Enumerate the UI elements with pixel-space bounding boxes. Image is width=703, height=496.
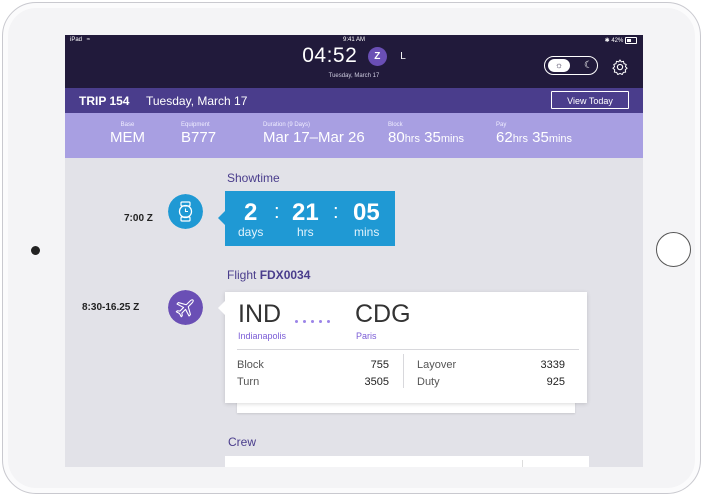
pay-mins-unit: mins <box>548 133 573 145</box>
origin-city: Indianapolis <box>238 331 287 341</box>
block-hrs: 80 <box>388 129 405 146</box>
flight-title-prefix: Flight <box>227 268 257 282</box>
pay-mins: 35 <box>532 129 549 146</box>
moon-icon[interactable]: ☾ <box>584 58 593 73</box>
base-value: MEM <box>110 129 145 146</box>
showtime-countdown-card[interactable]: 2 : 21 : 05 days hrs mins <box>218 191 395 246</box>
showtime-title: Showtime <box>227 171 280 185</box>
countdown-days: 2 <box>244 199 258 226</box>
duty-label: Duty <box>417 376 440 388</box>
home-button[interactable] <box>656 232 691 267</box>
countdown-mins: 05 <box>353 199 380 226</box>
block-label: Block <box>237 359 264 371</box>
status-header: iPad ≈ 9:41 AM ✱ 42% 04:52 Z L Tuesday, … <box>65 35 643 88</box>
summary-equipment: Equipment B777 <box>181 122 216 146</box>
sun-icon[interactable]: ☼ <box>548 59 570 72</box>
equipment-value: B777 <box>181 129 217 146</box>
pay-hrs: 62 <box>496 129 513 146</box>
countdown-mins-unit: mins <box>354 225 380 239</box>
crew-title: Crew <box>228 435 257 449</box>
flight-title: Flight FDX0034 <box>227 268 310 282</box>
zulu-clock: 04:52 <box>302 44 358 67</box>
crew-card[interactable] <box>225 456 589 467</box>
trip-summary: Base MEM Equipment B777 Duration (9 Days… <box>65 113 643 158</box>
trip-bar: TRIP 154 Tuesday, March 17 View Today <box>65 88 643 113</box>
layover-label: Layover <box>417 359 457 371</box>
origin-code: IND <box>238 300 282 328</box>
layover-value: 3339 <box>540 359 565 371</box>
block-mins: 35 <box>424 129 441 146</box>
plane-icon <box>168 290 203 325</box>
block-mins-unit: mins <box>440 133 465 145</box>
day-night-toggle[interactable]: ☼ ☾ <box>544 56 598 75</box>
summary-duration: Duration (9 Days) Mar 17–Mar 26 <box>263 122 365 146</box>
crew-card-divider <box>522 460 523 467</box>
countdown-hrs: 21 <box>292 199 319 226</box>
local-toggle[interactable]: L <box>400 51 406 62</box>
route-dots <box>295 310 345 323</box>
destination-city: Paris <box>356 331 377 341</box>
summary-base: Base MEM <box>110 122 145 146</box>
destination-code: CDG <box>355 300 411 328</box>
trip-date: Tuesday, March 17 <box>146 94 248 108</box>
gear-icon[interactable] <box>611 58 629 76</box>
flight-card[interactable]: IND Indianapolis CDG Paris Block 755 Tur… <box>218 292 587 403</box>
block-value: 755 <box>370 359 389 371</box>
summary-pay: Pay 62hrs 35mins <box>496 122 572 146</box>
flight-time: 8:30-16.25 Z <box>82 302 140 313</box>
watch-icon <box>168 194 203 229</box>
pay-label: Pay <box>496 122 507 128</box>
countdown-days-unit: days <box>238 225 264 239</box>
countdown-hrs-unit: hrs <box>297 225 314 239</box>
showtime-time: 7:00 Z <box>124 213 153 224</box>
equipment-label: Equipment <box>181 122 210 128</box>
turn-value: 3505 <box>364 376 389 388</box>
duration-label: Duration (9 Days) <box>263 122 311 128</box>
pay-value: 62hrs 35mins <box>496 129 572 146</box>
base-label: Base <box>120 122 135 128</box>
turn-label: Turn <box>237 376 260 388</box>
flight-column-divider <box>403 354 404 388</box>
status-time: 9:41 AM <box>342 37 365 43</box>
view-today-button[interactable]: View Today <box>551 91 629 109</box>
countdown-colon-1: : <box>274 201 280 223</box>
front-camera <box>31 246 40 255</box>
battery-icon <box>625 37 637 44</box>
countdown-colon-2: : <box>333 201 339 223</box>
block-value: 80hrs 35mins <box>388 129 464 146</box>
flight-divider <box>237 349 579 350</box>
duration-value: Mar 17–Mar 26 <box>263 129 365 146</box>
block-label: Block <box>388 122 403 128</box>
trip-number: TRIP 154 <box>79 94 130 108</box>
duty-value: 925 <box>546 376 565 388</box>
block-hrs-unit: hrs <box>404 133 420 145</box>
pay-hrs-unit: hrs <box>512 133 528 145</box>
ipad-frame: iPad ≈ 9:41 AM ✱ 42% 04:52 Z L Tuesday, … <box>2 2 701 494</box>
zulu-toggle-badge[interactable]: Z <box>367 46 387 66</box>
flight-number: FDX0034 <box>259 268 311 282</box>
app-screen: iPad ≈ 9:41 AM ✱ 42% 04:52 Z L Tuesday, … <box>65 35 643 467</box>
summary-block: Block 80hrs 35mins <box>388 122 464 146</box>
